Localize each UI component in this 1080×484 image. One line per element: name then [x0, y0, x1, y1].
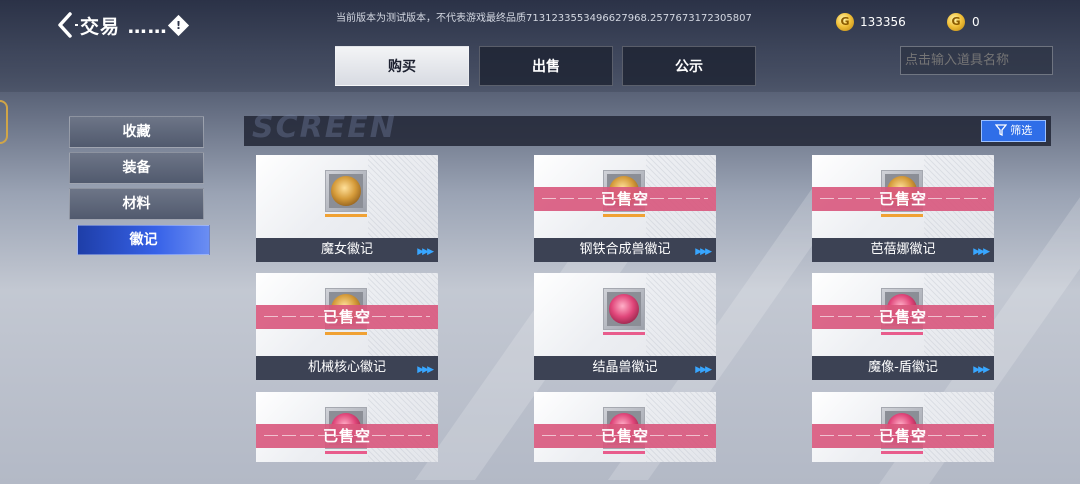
item-card[interactable]: 已售空 魔像-盾徽记 ▶▶▶ [812, 273, 994, 380]
info-icon-glyph: ! [175, 19, 182, 32]
page-title: 交易 …… [80, 16, 168, 38]
back-button[interactable] [52, 8, 82, 42]
sidebar-item-materials[interactable]: 材料 [69, 188, 204, 220]
filter-bar-watermark: SCREEN [252, 110, 397, 145]
item-card[interactable]: 已售空 钢铁合成兽徽记 ▶▶▶ [534, 155, 716, 262]
filter-bar: SCREEN 筛选 [244, 110, 1051, 146]
item-card[interactable]: 已售空 芭蓓娜徽记 ▶▶▶ [812, 155, 994, 262]
rarity-bar [603, 214, 645, 217]
item-card[interactable]: 已售空 [534, 392, 716, 462]
item-icon-frame [603, 288, 645, 330]
tab-buy[interactable]: 购买 [335, 46, 469, 86]
arrow-icon: ▶▶▶ [695, 365, 712, 375]
sold-out-label: 已售空 [878, 190, 927, 208]
sold-out-label: 已售空 [878, 308, 927, 326]
arrow-icon: ▶▶▶ [695, 247, 712, 257]
item-icon-frame [325, 170, 367, 212]
rarity-bar [881, 332, 923, 335]
item-card[interactable]: 已售空 [256, 392, 438, 462]
tab-public[interactable]: 公示 [622, 46, 756, 86]
item-card[interactable]: 已售空 [812, 392, 994, 462]
rarity-bar [881, 214, 923, 217]
gold-coin-icon: G [836, 13, 854, 31]
item-name: 魔像-盾徽记 [812, 356, 994, 380]
sold-out-label: 已售空 [878, 427, 927, 445]
sold-out-label: 已售空 [600, 190, 649, 208]
rarity-bar [603, 332, 645, 335]
item-name: 机械核心徽记 [256, 356, 438, 380]
item-name: 芭蓓娜徽记 [812, 238, 994, 262]
rarity-bar [325, 332, 367, 335]
gold-coin-value: 133356 [860, 15, 906, 29]
tab-sell[interactable]: 出售 [479, 46, 613, 86]
rarity-bar [881, 451, 923, 454]
item-card[interactable]: 已售空 机械核心徽记 ▶▶▶ [256, 273, 438, 380]
test-version-notice: 当前版本为测试版本，不代表游戏最终品质7131233553496627968.2… [336, 13, 752, 24]
special-coin-value: 0 [972, 15, 980, 29]
item-name: 钢铁合成兽徽记 [534, 238, 716, 262]
sold-out-label: 已售空 [322, 308, 371, 326]
arrow-icon: ▶▶▶ [417, 247, 434, 257]
arrow-icon: ▶▶▶ [417, 365, 434, 375]
item-card[interactable]: 魔女徽记 ▶▶▶ [256, 155, 438, 262]
info-icon[interactable]: ! [167, 14, 190, 37]
rarity-bar [603, 451, 645, 454]
crystal-beast-emblem-icon [609, 294, 639, 324]
filter-label: 筛选 [1010, 124, 1033, 137]
rarity-bar [325, 451, 367, 454]
witch-emblem-icon [331, 176, 361, 206]
sidebar-item-emblems[interactable]: 徽记 [77, 225, 210, 255]
sidebar-item-favorites[interactable]: 收藏 [69, 116, 204, 148]
back-arrow-icon [58, 12, 78, 38]
sold-out-label: 已售空 [322, 427, 371, 445]
item-name: 结晶兽徽记 [534, 356, 716, 380]
funnel-icon [994, 124, 1008, 137]
arrow-icon: ▶▶▶ [973, 365, 990, 375]
item-icon-background [329, 174, 363, 208]
rarity-bar [325, 214, 367, 217]
item-icon-background [607, 292, 641, 326]
arrow-icon: ▶▶▶ [973, 247, 990, 257]
item-card[interactable]: 结晶兽徽记 ▶▶▶ [534, 273, 716, 380]
filter-button[interactable]: 筛选 [981, 120, 1046, 142]
item-name: 魔女徽记 [256, 238, 438, 262]
special-coin-icon: G [947, 13, 965, 31]
sidebar-item-equipment[interactable]: 装备 [69, 152, 204, 184]
left-edge-marker [0, 100, 8, 144]
item-search-input[interactable] [900, 46, 1053, 75]
sold-out-label: 已售空 [600, 427, 649, 445]
